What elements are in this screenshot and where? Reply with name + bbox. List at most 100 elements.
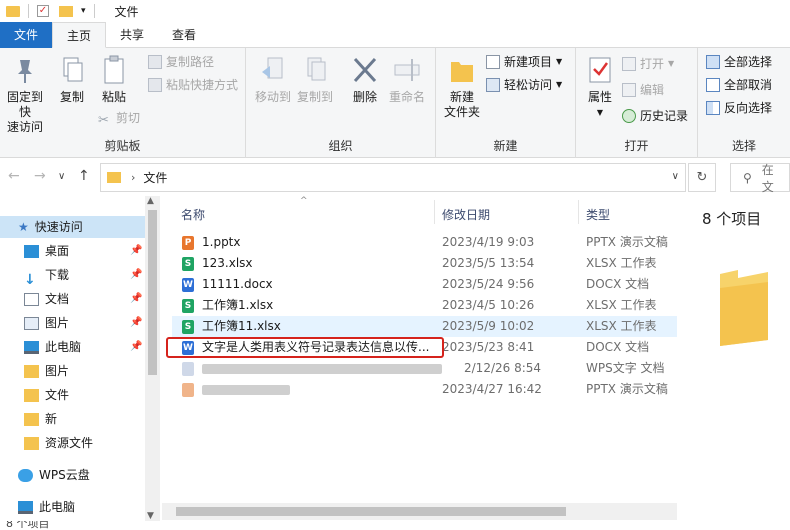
tab-view[interactable]: 查看 — [158, 22, 210, 48]
folder-icon — [720, 270, 768, 346]
file-row[interactable]: W 11111.docx 2023/5/24 9:56 DOCX 文档 — [172, 274, 677, 295]
nav-quick-access[interactable]: ★ 快速访问 — [0, 216, 145, 238]
scroll-up-icon[interactable]: ▲ — [147, 196, 154, 206]
address-row: ← → ∨ ↑ › 文件 ∨ ↻ ⚲ 在 文 — [0, 160, 790, 194]
select-none-button[interactable]: 全部取消 — [706, 75, 772, 95]
nav-downloads[interactable]: ↓ 下载 — [24, 264, 69, 288]
column-header-date[interactable]: 修改日期 — [442, 206, 490, 223]
forward-arrow-icon[interactable]: → — [34, 168, 46, 184]
horizontal-scrollbar[interactable] — [162, 503, 677, 520]
rename-button[interactable]: 重命名 — [386, 54, 428, 105]
file-type: WPS文字 文档 — [586, 361, 665, 375]
new-folder-quick-icon[interactable] — [59, 5, 73, 17]
properties-button[interactable]: 属性 ▼ — [580, 54, 620, 120]
pin-quick-access-button[interactable]: 固定到快 速访问 — [2, 54, 48, 135]
new-group: 新建 文件夹 新建项目 ▼ 轻松访问 ▼ 新建 — [436, 48, 576, 158]
copy-path-icon — [148, 55, 162, 69]
file-date: 2023/5/23 8:41 — [442, 340, 535, 354]
column-divider[interactable] — [578, 200, 579, 224]
new-folder-button[interactable]: 新建 文件夹 — [440, 54, 484, 120]
nav-label: 此电脑 — [45, 340, 82, 354]
scroll-down-icon[interactable]: ▼ — [147, 511, 154, 521]
copy-to-button[interactable]: 复制到 — [294, 54, 336, 105]
column-header-type[interactable]: 类型 — [586, 206, 610, 223]
tab-file[interactable]: 文件 — [0, 22, 53, 48]
file-row[interactable]: 2/12/26 8:54 WPS文字 文档 — [172, 358, 677, 379]
nav-label: 文档 — [45, 292, 70, 306]
open-button[interactable]: 打开 ▼ — [622, 54, 674, 74]
invert-selection-button[interactable]: 反向选择 — [706, 98, 772, 118]
tab-share[interactable]: 共享 — [106, 22, 158, 48]
nav-pictures[interactable]: 图片 — [24, 312, 69, 334]
scrollbar-thumb[interactable] — [176, 507, 566, 516]
file-row[interactable]: 2023/4/27 16:42 PPTX 演示文稿 — [172, 379, 677, 400]
search-input[interactable]: ⚲ 在 文 — [730, 162, 790, 194]
back-arrow-icon[interactable]: ← — [8, 168, 20, 184]
docx-icon: W — [182, 278, 194, 292]
properties-quick-icon[interactable]: ✓ — [37, 5, 49, 17]
paste-button[interactable]: 粘贴 — [96, 54, 132, 105]
highlight-box — [166, 337, 444, 358]
nav-this-pc[interactable]: 此电脑 — [18, 496, 75, 518]
address-path[interactable]: 文件 — [143, 169, 167, 186]
nav-documents[interactable]: 文档 — [24, 288, 69, 310]
pin-icon[interactable]: 📌 — [130, 245, 142, 256]
nav-this-pc-pinned[interactable]: 此电脑 — [24, 336, 81, 358]
up-arrow-icon[interactable]: ↑ — [78, 168, 90, 184]
chevron-down-icon[interactable]: ∨ — [672, 171, 679, 182]
dropdown-arrow-icon: ▼ — [668, 59, 675, 68]
nav-folder-new[interactable]: 新 — [24, 408, 57, 430]
scrollbar-thumb[interactable] — [148, 210, 157, 375]
file-row[interactable]: P 1.pptx 2023/4/19 9:03 PPTX 演示文稿 — [172, 232, 677, 253]
pptx-icon: P — [182, 236, 194, 250]
customize-toolbar-icon[interactable]: ▾ — [81, 6, 86, 16]
select-none-icon — [706, 78, 720, 92]
rename-label: 重命名 — [388, 90, 425, 104]
copy-icon — [57, 54, 87, 86]
star-icon: ★ — [18, 220, 29, 234]
nav-label: 新 — [45, 412, 58, 426]
move-to-button[interactable]: 移动到 — [252, 54, 294, 105]
pin-icon[interactable]: 📌 — [130, 293, 142, 304]
tab-home[interactable]: 主页 — [52, 22, 107, 48]
file-row[interactable]: S 工作簿1.xlsx 2023/4/5 10:26 XLSX 工作表 — [172, 295, 677, 316]
item-count: 8 个项目 — [702, 210, 762, 228]
chevron-right-icon[interactable]: › — [131, 171, 135, 184]
nav-wps-cloud[interactable]: WPS云盘 — [18, 464, 90, 486]
recent-locations-icon[interactable]: ∨ — [58, 171, 65, 182]
dropdown-arrow-icon: ▼ — [556, 57, 563, 66]
cut-button[interactable]: ✂ 剪切 — [98, 108, 140, 128]
dropdown-arrow-icon: ▼ — [596, 108, 604, 117]
pin-icon[interactable]: 📌 — [130, 269, 142, 280]
copy-path-button[interactable]: 复制路径 — [148, 52, 214, 72]
pin-icon[interactable]: 📌 — [130, 341, 142, 352]
nav-scrollbar[interactable]: ▲ ▼ — [145, 196, 160, 521]
group-label-open: 打开 — [624, 139, 649, 153]
nav-desktop[interactable]: 桌面 — [24, 240, 69, 262]
file-row[interactable]: S 工作簿11.xlsx 2023/5/9 10:02 XLSX 工作表 — [172, 316, 677, 337]
pin-icon[interactable]: 📌 — [130, 317, 142, 328]
refresh-button[interactable]: ↻ — [688, 163, 716, 192]
properties-icon — [585, 54, 615, 86]
file-row[interactable]: S 123.xlsx 2023/5/5 13:54 XLSX 工作表 — [172, 253, 677, 274]
history-icon — [622, 109, 636, 123]
history-button[interactable]: 历史记录 — [622, 106, 688, 126]
select-all-button[interactable]: 全部选择 — [706, 52, 772, 72]
edit-button[interactable]: 编辑 — [622, 80, 664, 100]
delete-button[interactable]: 删除 — [346, 54, 384, 105]
divider — [93, 4, 95, 18]
new-item-button[interactable]: 新建项目 ▼ — [486, 52, 562, 72]
copy-to-icon — [300, 54, 330, 86]
column-divider[interactable] — [434, 200, 435, 224]
paste-shortcut-button[interactable]: 粘贴快捷方式 — [148, 75, 238, 95]
column-header-name[interactable]: 名称 — [181, 206, 205, 223]
nav-folder-files[interactable]: 文件 — [24, 384, 69, 406]
properties-label: 属性 — [587, 90, 612, 104]
copy-button[interactable]: 复制 — [54, 54, 90, 105]
address-bar[interactable]: › 文件 ∨ — [100, 163, 686, 192]
nav-folder-pictures[interactable]: 图片 — [24, 360, 69, 382]
easy-access-button[interactable]: 轻松访问 ▼ — [486, 75, 562, 95]
search-placeholder: 在 文 — [761, 162, 774, 194]
file-type: XLSX 工作表 — [586, 256, 657, 270]
nav-folder-resources[interactable]: 资源文件 — [24, 432, 93, 454]
